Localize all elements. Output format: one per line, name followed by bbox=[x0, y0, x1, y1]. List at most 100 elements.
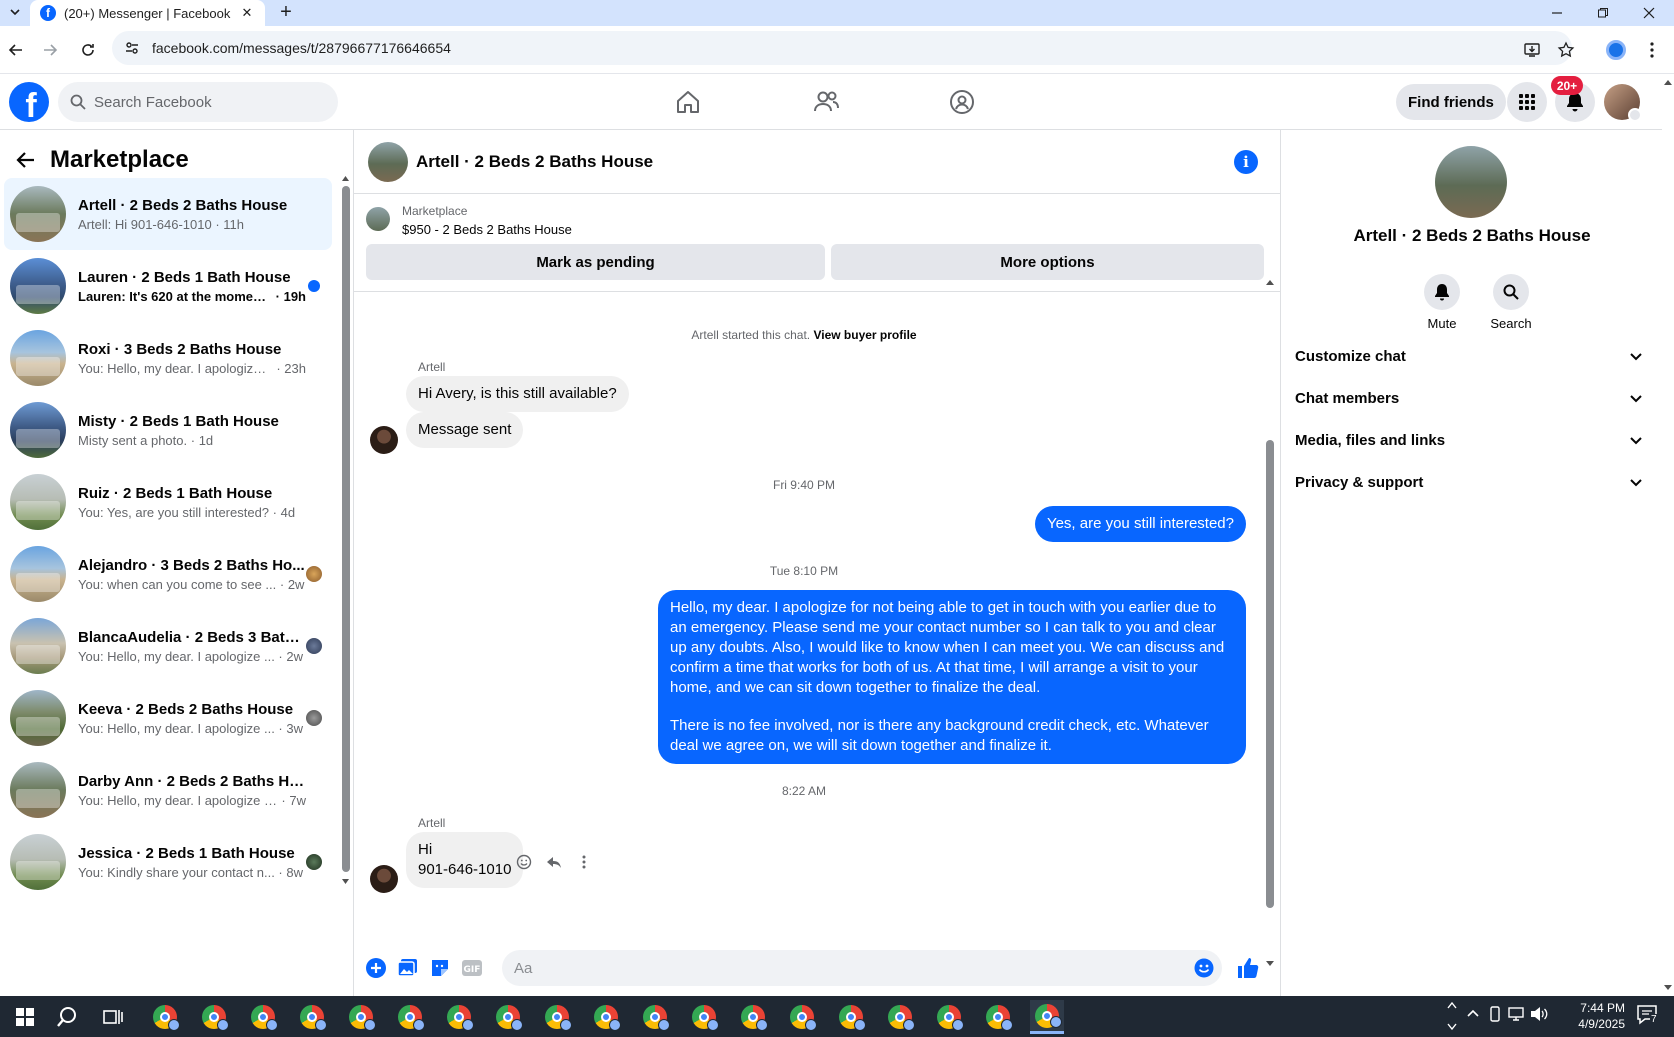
conversation-item[interactable]: Lauren · 2 Beds 1 Bath House Lauren: It'… bbox=[4, 250, 332, 322]
minimize-icon[interactable] bbox=[1534, 0, 1580, 26]
react-emoji-icon[interactable] bbox=[514, 852, 534, 872]
chat-scroll-thumb[interactable] bbox=[1266, 440, 1274, 908]
new-tab-button[interactable]: + bbox=[275, 1, 297, 23]
chrome-taskbar-icon[interactable] bbox=[295, 1000, 329, 1034]
home-icon[interactable] bbox=[666, 80, 710, 124]
incoming-message[interactable]: Hi Avery, is this still available? bbox=[406, 376, 629, 412]
conversation-item[interactable]: Darby Ann · 2 Beds 2 Baths House You: He… bbox=[4, 754, 332, 826]
site-settings-icon[interactable] bbox=[124, 40, 140, 56]
conversation-item[interactable]: Alejandro · 3 Beds 2 Baths Ho... You: wh… bbox=[4, 538, 332, 610]
chrome-taskbar-icon[interactable] bbox=[246, 1000, 280, 1034]
bookmark-star-icon[interactable] bbox=[1554, 38, 1578, 62]
forward-arrow-icon[interactable] bbox=[38, 38, 62, 62]
conversation-item[interactable]: Artell · 2 Beds 2 Baths House Artell: Hi… bbox=[4, 178, 332, 250]
sidebar-scroll-thumb[interactable] bbox=[342, 186, 350, 872]
chat-scrollbar[interactable] bbox=[1265, 278, 1275, 968]
conversation-item[interactable]: BlancaAudelia · 2 Beds 3 Bath... You: He… bbox=[4, 610, 332, 682]
gif-icon[interactable]: GIF bbox=[458, 954, 486, 982]
info-icon[interactable]: i bbox=[1234, 150, 1258, 174]
back-arrow-icon[interactable] bbox=[14, 148, 38, 172]
chrome-taskbar-icon[interactable] bbox=[785, 1000, 819, 1034]
sticker-icon[interactable] bbox=[426, 954, 454, 982]
chat-title[interactable]: Artell · 2 Beds 2 Baths House bbox=[416, 152, 653, 172]
chrome-taskbar-icon[interactable] bbox=[981, 1000, 1015, 1034]
conversation-item[interactable]: Jessica · 2 Beds 1 Bath House You: Kindl… bbox=[4, 826, 332, 898]
taskbar-search-icon[interactable] bbox=[50, 1000, 84, 1034]
chrome-taskbar-icon[interactable] bbox=[491, 1000, 525, 1034]
reply-icon[interactable] bbox=[544, 852, 564, 872]
account-avatar[interactable] bbox=[1604, 84, 1642, 122]
action-center-icon[interactable]: 7 bbox=[1636, 1004, 1660, 1026]
incoming-message[interactable]: Hi 901-646-1010 bbox=[406, 832, 524, 888]
restore-icon[interactable] bbox=[1580, 0, 1626, 26]
chat-info-avatar[interactable] bbox=[1435, 146, 1507, 218]
back-arrow-icon[interactable] bbox=[4, 38, 28, 62]
install-app-icon[interactable] bbox=[1520, 38, 1544, 62]
browser-menu-icon[interactable] bbox=[1640, 38, 1664, 62]
listing-price[interactable]: $950 - 2 Beds 2 Baths House bbox=[402, 222, 572, 237]
sidebar-scrollbar[interactable] bbox=[341, 174, 350, 884]
network-icon[interactable] bbox=[1508, 1006, 1526, 1022]
conversation-item[interactable]: Misty · 2 Beds 1 Bath House Misty sent a… bbox=[4, 394, 332, 466]
tab-close-icon[interactable]: ✕ bbox=[239, 5, 255, 21]
bell-icon[interactable] bbox=[1424, 274, 1460, 310]
photo-icon[interactable] bbox=[394, 954, 422, 982]
facebook-search-input[interactable] bbox=[94, 93, 314, 111]
chrome-taskbar-icon[interactable] bbox=[932, 1000, 966, 1034]
mark-as-pending-button[interactable]: Mark as pending bbox=[366, 244, 825, 280]
chat-avatar[interactable] bbox=[368, 141, 408, 182]
chrome-taskbar-icon[interactable] bbox=[883, 1000, 917, 1034]
chrome-taskbar-icon[interactable] bbox=[589, 1000, 623, 1034]
chrome-taskbar-icon[interactable] bbox=[442, 1000, 476, 1034]
chrome-taskbar-icon[interactable] bbox=[197, 1000, 231, 1034]
chrome-taskbar-icon[interactable] bbox=[540, 1000, 574, 1034]
privacy-support-section[interactable]: Privacy & support bbox=[1295, 460, 1643, 504]
plus-circle-icon[interactable] bbox=[362, 954, 390, 982]
mute-button[interactable]: Mute bbox=[1412, 274, 1472, 331]
outgoing-message[interactable]: Yes, are you still interested? bbox=[1034, 506, 1246, 542]
account-dropdown-icon[interactable] bbox=[1628, 108, 1642, 122]
media-files-links-section[interactable]: Media, files and links bbox=[1295, 418, 1643, 462]
listing-thumbnail[interactable] bbox=[366, 207, 390, 231]
profile-extension-icon[interactable] bbox=[1604, 38, 1628, 62]
page-scrollbar[interactable] bbox=[1662, 74, 1674, 996]
tab-search-chevron-icon[interactable] bbox=[4, 2, 26, 22]
search-icon[interactable] bbox=[1493, 274, 1529, 310]
taskbar-clock[interactable]: 7:44 PM 4/9/2025 bbox=[1545, 1000, 1625, 1032]
close-window-icon[interactable] bbox=[1626, 0, 1672, 26]
thumbs-up-icon[interactable] bbox=[1234, 954, 1262, 982]
conversation-item[interactable]: Keeva · 2 Beds 2 Baths House You: Hello,… bbox=[4, 682, 332, 754]
outgoing-message[interactable]: Hello, my dear. I apologize for not bein… bbox=[658, 590, 1246, 764]
sender-avatar[interactable] bbox=[370, 426, 398, 454]
groups-icon[interactable] bbox=[940, 80, 984, 124]
find-friends-button[interactable]: Find friends bbox=[1396, 84, 1506, 120]
search-in-chat-button[interactable]: Search bbox=[1481, 274, 1541, 331]
tray-device-icon[interactable] bbox=[1488, 1006, 1502, 1022]
reload-icon[interactable] bbox=[76, 38, 100, 62]
windows-start-icon[interactable] bbox=[8, 1000, 42, 1034]
more-vertical-icon[interactable] bbox=[574, 852, 594, 872]
view-buyer-profile-link[interactable]: View buyer profile bbox=[813, 328, 916, 342]
sender-avatar[interactable] bbox=[370, 865, 398, 893]
taskbar-scroll-arrows-icon[interactable] bbox=[1446, 998, 1458, 1034]
task-view-icon[interactable] bbox=[96, 1000, 130, 1034]
friends-icon[interactable] bbox=[804, 80, 848, 124]
facebook-search-box[interactable] bbox=[58, 82, 338, 122]
chrome-taskbar-icon[interactable] bbox=[736, 1000, 770, 1034]
incoming-message[interactable]: Message sent bbox=[406, 412, 524, 448]
customize-chat-section[interactable]: Customize chat bbox=[1295, 334, 1643, 378]
chrome-taskbar-icon[interactable] bbox=[687, 1000, 721, 1034]
more-options-button[interactable]: More options bbox=[831, 244, 1264, 280]
conversation-item[interactable]: Ruiz · 2 Beds 1 Bath House You: Yes, are… bbox=[4, 466, 332, 538]
facebook-logo-icon[interactable]: f bbox=[9, 82, 49, 122]
chrome-taskbar-icon[interactable] bbox=[393, 1000, 427, 1034]
message-input[interactable] bbox=[514, 959, 1194, 977]
menu-grid-icon[interactable] bbox=[1507, 82, 1547, 122]
emoji-icon[interactable] bbox=[1194, 958, 1214, 978]
message-input-box[interactable] bbox=[502, 950, 1222, 986]
chrome-taskbar-icon[interactable] bbox=[638, 1000, 672, 1034]
browser-tab-messenger[interactable]: f (20+) Messenger | Facebook ✕ bbox=[30, 0, 265, 26]
chrome-taskbar-icon[interactable] bbox=[834, 1000, 868, 1034]
url-omnibox[interactable]: facebook.com/messages/t/2879667717664665… bbox=[112, 31, 1572, 65]
chrome-taskbar-icon-active[interactable] bbox=[1030, 1000, 1064, 1034]
